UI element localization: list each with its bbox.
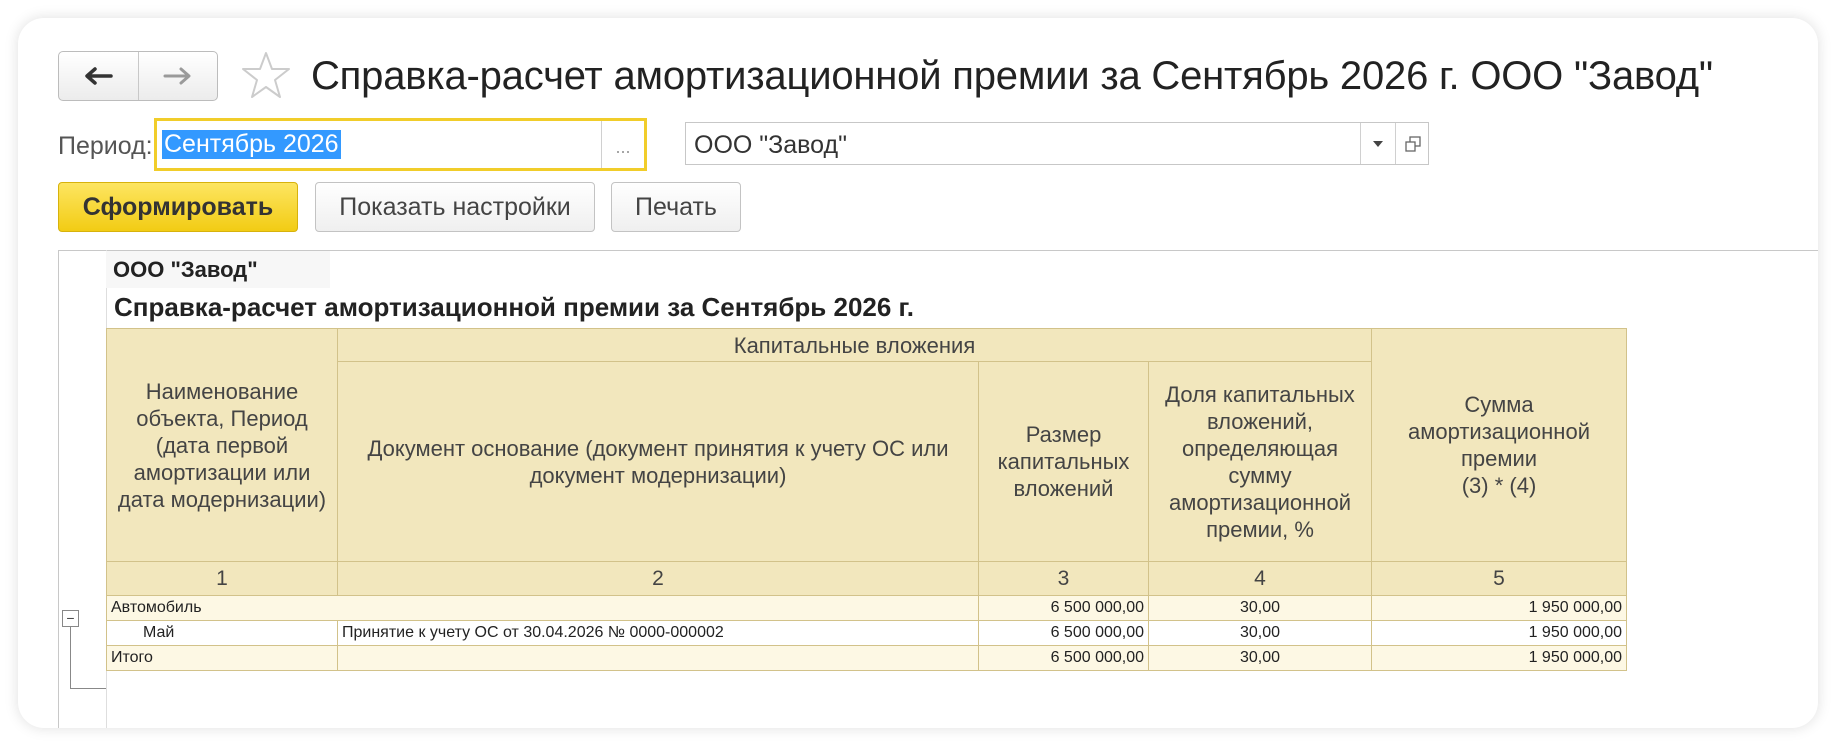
tree-line xyxy=(70,688,106,689)
cell-document[interactable]: Принятие к учету ОС от 30.04.2026 № 0000… xyxy=(337,620,979,646)
period-field[interactable]: Сентябрь 2026 ... xyxy=(154,118,647,171)
arrow-right-icon xyxy=(163,67,191,85)
organization-value[interactable]: ООО "Завод" xyxy=(694,131,847,160)
favorite-star-icon[interactable] xyxy=(240,50,292,102)
cell-name[interactable]: Автомобиль xyxy=(106,595,979,621)
back-button[interactable] xyxy=(59,52,138,100)
cell-size[interactable]: 6 500 000,00 xyxy=(978,645,1149,671)
cell-size[interactable]: 6 500 000,00 xyxy=(978,595,1149,621)
navigation-buttons xyxy=(58,51,218,101)
forward-button[interactable] xyxy=(137,52,218,100)
show-settings-button[interactable]: Показать настройки xyxy=(315,182,595,232)
cell-sum[interactable]: 1 950 000,00 xyxy=(1371,620,1627,646)
collapse-group-button[interactable]: − xyxy=(62,610,79,627)
arrow-left-icon xyxy=(85,67,113,85)
cell-share[interactable]: 30,00 xyxy=(1148,620,1372,646)
table-row-group[interactable]: Автомобиль 6 500 000,00 30,00 1 950 000,… xyxy=(106,595,1627,621)
cell-share[interactable]: 30,00 xyxy=(1148,645,1372,671)
generate-button[interactable]: Сформировать xyxy=(58,182,298,232)
report-border-left xyxy=(58,250,59,728)
print-button[interactable]: Печать xyxy=(611,182,741,232)
open-window-icon xyxy=(1404,135,1421,152)
header-sum-formula: (3) * (4) xyxy=(1461,473,1537,498)
column-number: 2 xyxy=(337,561,979,596)
table-row-total[interactable]: Итого 6 500 000,00 30,00 1 950 000,00 xyxy=(106,645,1627,671)
period-select-button[interactable]: ... xyxy=(601,121,644,168)
header-sum: Сумма амортизационной премии (3) * (4) xyxy=(1371,328,1627,562)
report-table: Наименование объекта, Период (дата перво… xyxy=(106,328,1627,671)
period-label: Период: xyxy=(58,132,153,160)
header-size: Размер капитальных вложений xyxy=(978,361,1149,562)
cell-name[interactable]: Май xyxy=(106,620,338,646)
report-title: Справка-расчет амортизационной премии за… xyxy=(114,292,915,322)
column-number: 4 xyxy=(1148,561,1372,596)
organization-dropdown-button[interactable] xyxy=(1360,123,1395,164)
cell-document[interactable] xyxy=(337,645,979,671)
header-capital-group: Капитальные вложения xyxy=(337,328,1372,362)
window-title: Справка-расчет амортизационной премии за… xyxy=(311,54,1713,98)
column-number: 1 xyxy=(106,561,338,596)
organization-field[interactable]: ООО "Завод" xyxy=(685,122,1429,165)
header-sum-label: Сумма амортизационной премии xyxy=(1408,392,1590,471)
period-value[interactable]: Сентябрь 2026 xyxy=(162,130,341,159)
table-row[interactable]: Май Принятие к учету ОС от 30.04.2026 № … xyxy=(106,620,1627,646)
organization-open-button[interactable] xyxy=(1395,123,1429,164)
tree-line xyxy=(70,627,71,688)
cell-sum[interactable]: 1 950 000,00 xyxy=(1371,595,1627,621)
column-number: 3 xyxy=(978,561,1149,596)
header-share: Доля капитальных вложений, определяющая … xyxy=(1148,361,1372,562)
report-window: Справка-расчет амортизационной премии за… xyxy=(18,18,1818,728)
column-number: 5 xyxy=(1371,561,1627,596)
cell-share[interactable]: 30,00 xyxy=(1148,595,1372,621)
cell-name[interactable]: Итого xyxy=(106,645,338,671)
report-organization: ООО "Завод" xyxy=(106,251,330,288)
header-name: Наименование объекта, Период (дата перво… xyxy=(106,328,338,562)
chevron-down-icon xyxy=(1373,140,1383,147)
cell-size[interactable]: 6 500 000,00 xyxy=(978,620,1149,646)
header-document: Документ основание (документ принятия к … xyxy=(337,361,979,562)
cell-sum[interactable]: 1 950 000,00 xyxy=(1371,645,1627,671)
